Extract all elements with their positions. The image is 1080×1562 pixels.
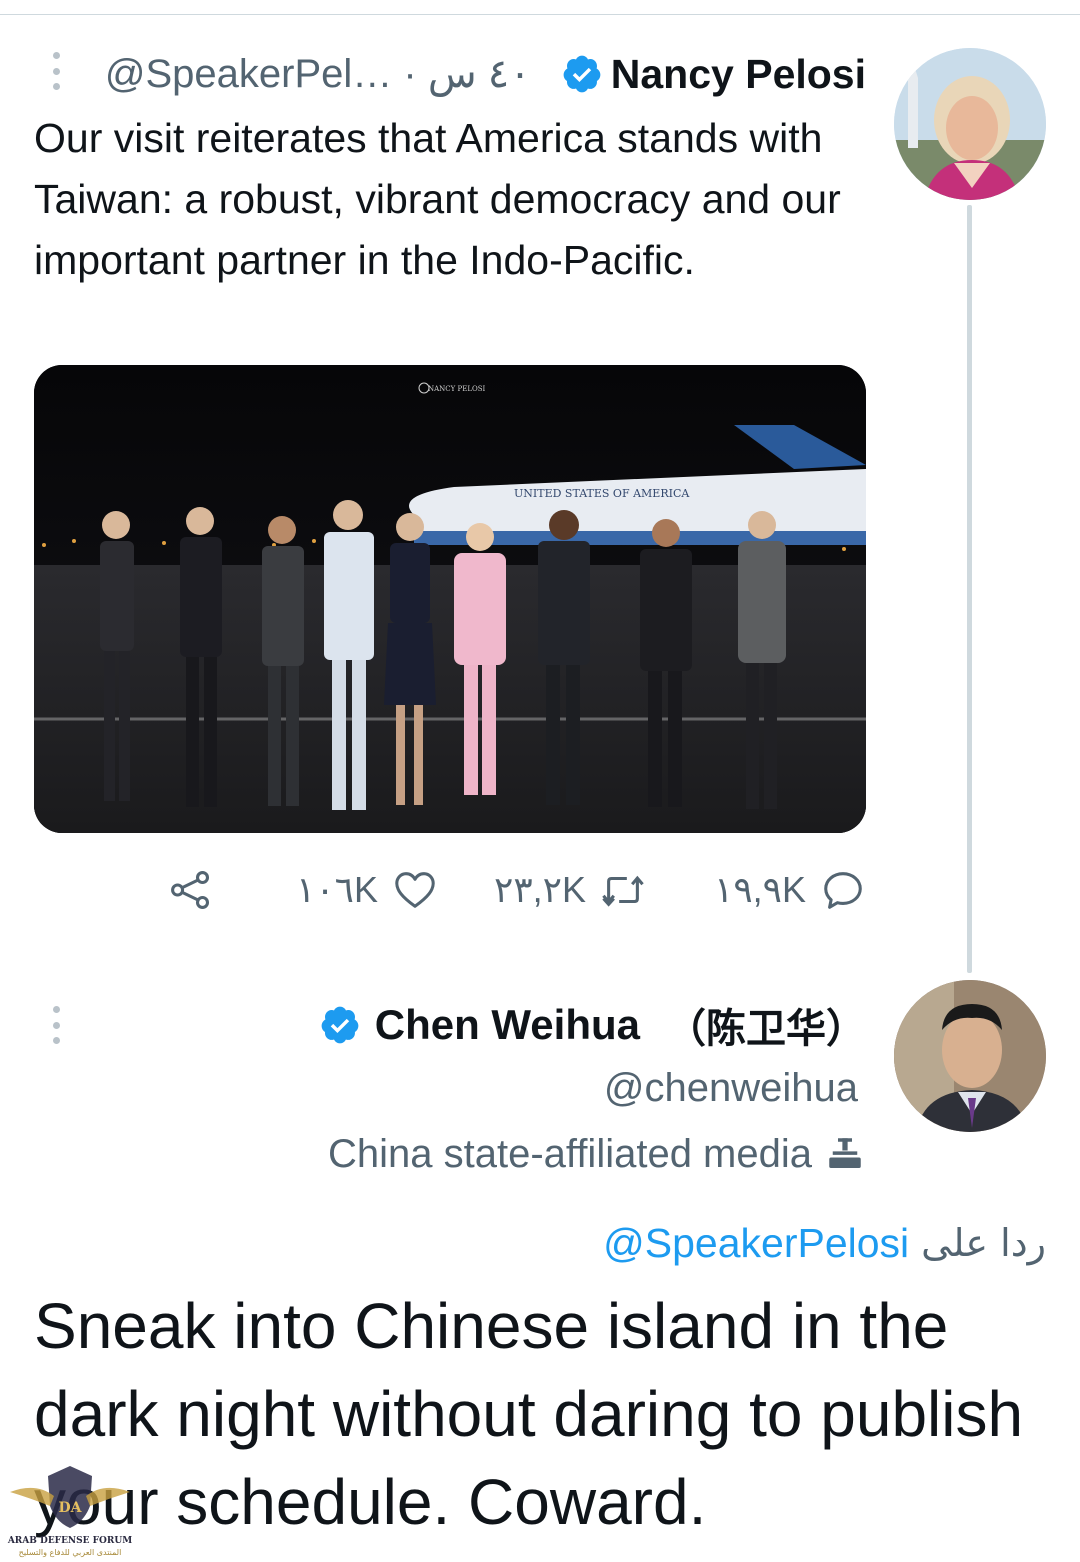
- retweet-count: ٢٣,٢K: [494, 869, 587, 910]
- replying-to-handle[interactable]: @SpeakerPelosi: [603, 1220, 909, 1267]
- forum-watermark: DA ARAB DEFENSE FORUM المنتدى العربي للد…: [6, 1462, 134, 1558]
- reply-author-name[interactable]: Chen Weihua: [375, 1001, 640, 1049]
- replying-to-prefix: ردا على: [921, 1221, 1046, 1265]
- share-button[interactable]: [168, 862, 214, 918]
- tweet-photo[interactable]: UNITED STATES OF AMERICA NANCY PELOSI: [34, 365, 866, 833]
- author-name[interactable]: Nancy Pelosi: [611, 51, 866, 98]
- reply-button[interactable]: ١٩,٩K: [714, 862, 866, 918]
- state-media-icon: [829, 1138, 861, 1168]
- state-media-label-text: China state-affiliated media: [328, 1131, 812, 1176]
- reply-count: ١٩,٩K: [714, 869, 807, 910]
- reply-author-handle[interactable]: @chenweihua: [604, 1066, 858, 1111]
- verified-badge-icon: [321, 1006, 359, 1044]
- like-count: ١٠٦K: [296, 869, 379, 910]
- reply-author-name-chinese: （陈卫华）: [666, 1006, 866, 1052]
- reply-author-avatar[interactable]: [894, 980, 1046, 1132]
- retweet-icon: [602, 875, 644, 907]
- like-button[interactable]: ١٠٦K: [296, 862, 438, 918]
- forum-logo-text: DA: [58, 1500, 82, 1516]
- tweet-header: @SpeakerPel… · ٤٠ س Nancy Pelosi: [90, 48, 866, 100]
- plane-lettering: UNITED STATES OF AMERICA: [514, 487, 690, 500]
- reply-text: Sneak into Chinese island in the dark ni…: [34, 1290, 1024, 1538]
- reply-icon: [824, 872, 862, 909]
- photo-watermark: NANCY PELOSI: [428, 385, 486, 393]
- more-options-icon[interactable]: [49, 1006, 63, 1044]
- tweet-actions: ١٠٦K ٢٣,٢K ١٩,٩K: [160, 862, 880, 918]
- author-avatar[interactable]: [894, 48, 1046, 200]
- top-divider: [0, 14, 1080, 15]
- reply-header: Chen Weihua （陈卫华）: [200, 996, 866, 1054]
- author-handle-time[interactable]: @SpeakerPel… · ٤٠ س: [105, 51, 531, 97]
- forum-name: ARAB DEFENSE FORUM: [7, 1536, 133, 1546]
- tweet-text: Our visit reiterates that America stands…: [34, 115, 841, 283]
- replying-to: @SpeakerPelosi ردا على: [603, 1215, 1046, 1271]
- retweet-button[interactable]: ٢٣,٢K: [494, 862, 646, 918]
- more-options-icon[interactable]: [49, 52, 63, 90]
- verified-badge-icon: [563, 55, 601, 93]
- thread-connector: [967, 205, 972, 973]
- forum-name-arabic: المنتدى العربي للدفاع والتسليح: [18, 1548, 122, 1557]
- forum-logo-icon: DA: [10, 1466, 130, 1528]
- state-media-label[interactable]: China state-affiliated media: [328, 1128, 866, 1180]
- like-icon: [395, 872, 435, 908]
- share-icon: [171, 871, 210, 909]
